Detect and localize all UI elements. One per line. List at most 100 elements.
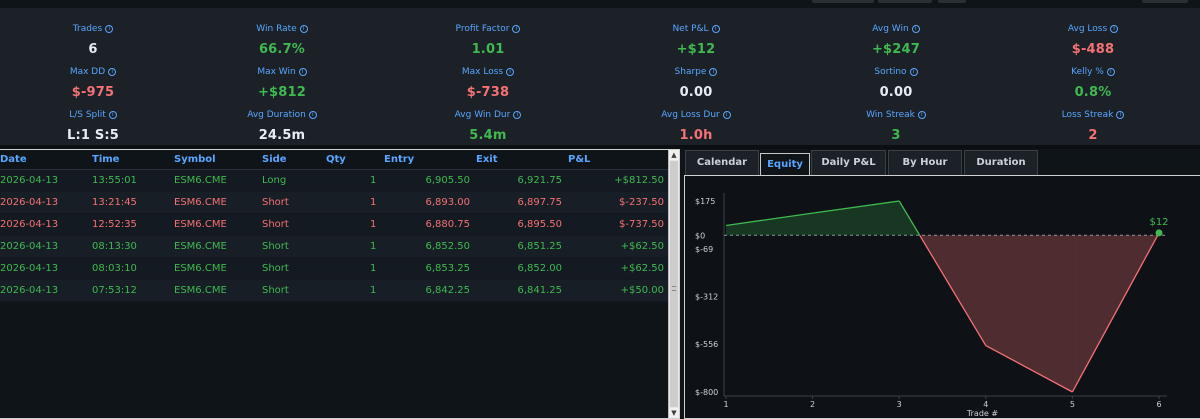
info-icon[interactable]: i <box>105 25 114 33</box>
cell-side: Short <box>262 285 289 296</box>
table-row[interactable]: 2026-04-13 12:52:35 ESM6.CME Short 1 6,880.75… <box>0 214 668 236</box>
table-row[interactable]: 2026-04-13 13:21:45 ESM6.CME Short 1 6,893.00… <box>0 192 668 214</box>
cell-exit: 6,851.25 <box>517 241 562 252</box>
tab-by-hour[interactable]: By Hour <box>888 150 962 175</box>
table-row[interactable]: 2026-04-13 08:13:30 ESM6.CME Short 1 6,852.50… <box>0 236 668 258</box>
cell-exit: 6,841.25 <box>517 285 562 296</box>
stat-label-text: Trades <box>72 24 103 34</box>
stat-label: Win Rate i <box>256 24 308 34</box>
stat-label-text: Avg Win <box>872 24 909 34</box>
column-header-date[interactable]: Date <box>0 154 27 165</box>
equity-chart-svg: $175 $0 $-69 $-312 $-556 $-800 1 2 3 4 5 6 Trade # $1… <box>695 193 1169 418</box>
x-tick-label: 3 <box>897 400 902 409</box>
info-icon[interactable]: i <box>917 111 926 119</box>
info-icon[interactable]: i <box>709 68 718 76</box>
stat-label: Max Loss i <box>462 67 515 77</box>
stat-label: Kelly % i <box>1071 67 1115 77</box>
stat-max-loss: Max Loss i $-738 <box>408 59 568 100</box>
equity-end-label: $12 <box>1149 217 1168 228</box>
cell-side: Short <box>262 263 289 274</box>
cell-exit: 6,852.00 <box>517 263 562 274</box>
cell-pnl: +$62.50 <box>620 263 664 274</box>
cell-date: 2026-04-13 <box>0 263 59 274</box>
info-icon[interactable]: i <box>513 111 522 119</box>
info-icon[interactable]: i <box>108 111 117 119</box>
column-header-qty[interactable]: Qty <box>326 154 346 165</box>
column-header-exit[interactable]: Exit <box>476 154 498 165</box>
stat-label: Avg Win i <box>872 24 920 34</box>
cell-time: 13:21:45 <box>92 197 137 208</box>
info-icon[interactable]: i <box>1110 25 1119 33</box>
tab-duration[interactable]: Duration <box>964 150 1038 175</box>
trade-analytics-window: Trades i 6 Win Rate i 66.7% Profit Factor i 1.01… <box>0 0 1200 419</box>
table-row[interactable]: 2026-04-13 13:55:01 ESM6.CME Long 1 6,905.50 6… <box>0 170 668 192</box>
info-icon[interactable]: i <box>1106 68 1115 76</box>
stat-win-streak: Win Streak i 3 <box>816 102 976 143</box>
stat-label: Sharpe i <box>675 67 718 77</box>
info-icon[interactable]: i <box>108 68 117 76</box>
info-icon[interactable]: i <box>1116 111 1125 119</box>
toolbar-button[interactable] <box>812 0 874 3</box>
stat-value: 6 <box>88 42 98 57</box>
tab-calendar[interactable]: Calendar <box>685 150 759 175</box>
scrollbar-thumb[interactable] <box>670 161 678 407</box>
stat-value: $-488 <box>1071 42 1115 57</box>
cell-pnl: +$62.50 <box>620 241 664 252</box>
stat-value: 0.00 <box>679 85 713 100</box>
stat-sharpe: Sharpe i 0.00 <box>616 59 776 100</box>
vertical-scrollbar[interactable]: ▲ ▼ <box>668 150 679 418</box>
column-header-time[interactable]: Time <box>92 154 119 165</box>
stat-label: Max DD i <box>70 67 117 77</box>
info-icon[interactable]: i <box>299 25 308 33</box>
cell-qty: 1 <box>370 241 377 252</box>
cell-side: Short <box>262 241 289 252</box>
cell-time: 12:52:35 <box>92 219 137 230</box>
info-icon[interactable]: i <box>308 111 317 119</box>
info-icon[interactable]: i <box>722 111 731 119</box>
stat-value: +$247 <box>871 42 921 57</box>
tab-daily-p-l[interactable]: Daily P&L <box>811 150 886 175</box>
cell-date: 2026-04-13 <box>0 219 59 230</box>
stat-label: Loss Streak i <box>1062 110 1125 120</box>
y-tick-label: $-556 <box>695 340 718 349</box>
scroll-up-icon[interactable]: ▲ <box>669 150 679 160</box>
cell-date: 2026-04-13 <box>0 175 59 186</box>
info-icon[interactable]: i <box>506 68 515 76</box>
stat-trades: Trades i 6 <box>13 16 173 57</box>
y-tick-label: $0 <box>695 231 705 240</box>
info-icon[interactable]: i <box>909 68 918 76</box>
stat-avg-win: Avg Win i +$247 <box>816 16 976 57</box>
stat-label: Avg Win Dur i <box>455 110 522 120</box>
stat-value: 5.4m <box>469 128 507 143</box>
y-tick-label: $-800 <box>695 388 718 397</box>
stat-label-text: Win Rate <box>256 24 297 34</box>
info-icon[interactable]: i <box>512 25 521 33</box>
x-axis-label: Trade # <box>966 409 998 418</box>
chart-tabs: Calendar Equity Daily P&L By Hour Duration <box>684 149 1200 176</box>
stat-value: L:1 S:5 <box>66 128 120 143</box>
column-header-entry[interactable]: Entry <box>384 154 414 165</box>
x-tick-label: 4 <box>983 400 988 409</box>
stat-win-rate: Win Rate i 66.7% <box>202 16 362 57</box>
column-header-side[interactable]: Side <box>262 154 287 165</box>
table-body: 2026-04-13 13:55:01 ESM6.CME Long 1 6,905.50 6… <box>0 170 668 302</box>
info-icon[interactable]: i <box>711 25 720 33</box>
cell-symbol: ESM6.CME <box>174 197 227 208</box>
table-row[interactable]: 2026-04-13 08:03:10 ESM6.CME Short 1 6,853.25… <box>0 258 668 280</box>
table-row[interactable]: 2026-04-13 07:53:12 ESM6.CME Short 1 6,842.25… <box>0 280 668 302</box>
stat-value: 2 <box>1088 128 1098 143</box>
cell-exit: 6,895.50 <box>517 219 562 230</box>
cell-symbol: ESM6.CME <box>174 219 227 230</box>
cell-time: 08:03:10 <box>92 263 137 274</box>
cell-qty: 1 <box>370 197 377 208</box>
column-header-p-l[interactable]: P&L <box>568 154 590 165</box>
toolbar-button[interactable] <box>878 0 932 3</box>
info-icon[interactable]: i <box>298 68 307 76</box>
info-icon[interactable]: i <box>911 25 920 33</box>
toolbar-button[interactable] <box>1142 0 1188 3</box>
toolbar-button[interactable] <box>938 0 966 3</box>
scroll-down-icon[interactable]: ▼ <box>669 408 679 418</box>
stat-avg-duration: Avg Duration i 24.5m <box>202 102 362 143</box>
tab-equity[interactable]: Equity <box>760 153 810 176</box>
column-header-symbol[interactable]: Symbol <box>174 154 216 165</box>
